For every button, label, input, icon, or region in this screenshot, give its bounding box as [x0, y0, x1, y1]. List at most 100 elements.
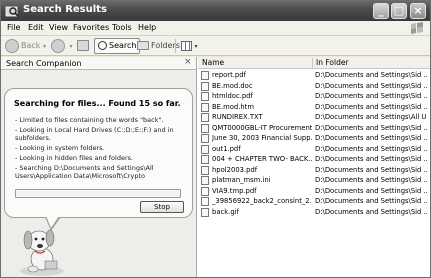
menu-view[interactable]: View [49, 23, 68, 32]
menu-favorites[interactable]: Favorites [73, 23, 109, 32]
file-folder: D:\Documents and Settings\Sid ... [315, 165, 427, 174]
file-folder: D:\Documents and Settings\Sid ... [315, 176, 427, 184]
column-folder-header[interactable]: In Folder [316, 58, 349, 67]
file-folder: D:\Documents and Settings\Sid ... [315, 155, 427, 163]
file-folder: D:\Documents and Settings\Sid ... [315, 81, 427, 90]
table-row[interactable]: back.gif D:\Documents and Settings\Sid .… [198, 207, 430, 218]
table-row[interactable]: report.pdf D:\Documents and Settings\Sid… [198, 70, 430, 81]
search-folder-icon [5, 6, 19, 17]
file-name: QMT0000GBL-IT Procurement... [212, 123, 312, 132]
stop-button[interactable]: Stop [140, 201, 184, 213]
file-folder: D:\Documents and Settings\Sid ... [315, 186, 427, 195]
companion-title: Search Companion [6, 59, 82, 68]
file-name: report.pdf [212, 71, 246, 79]
forward-arrow-icon [51, 38, 65, 53]
table-row[interactable]: June 30, 2003 Financial Supp... D:\Docum… [198, 133, 430, 144]
views-dropdown-icon[interactable]: ▾ [195, 43, 198, 50]
table-row[interactable]: platman_msm.ini D:\Documents and Setting… [198, 175, 430, 186]
file-name: RUNDIREX.TXT [212, 113, 263, 121]
search-results-window: Search Results _ □ × File Edit View Favo… [0, 0, 431, 278]
search-dog-assistant-icon[interactable] [15, 225, 69, 277]
search-status-balloon: Searching for files... Found 15 so far. … [4, 88, 193, 218]
word-doc-icon [201, 123, 209, 133]
folders-button[interactable]: Folders [137, 38, 180, 54]
file-name: back.gif [212, 207, 239, 216]
file-folder: D:\Documents and Settings\Sid ... [315, 207, 427, 216]
close-button[interactable]: × [410, 3, 426, 19]
toolbar-separator [175, 39, 176, 53]
file-folder: D:\Documents and Settings\Sid ... [315, 144, 427, 153]
back-label: Back [21, 41, 41, 50]
table-row[interactable]: BE.mod.doc D:\Documents and Settings\Sid… [198, 81, 430, 92]
search-button[interactable]: Search [94, 38, 141, 54]
title-bar[interactable]: Search Results _ □ × [1, 1, 430, 21]
forward-dropdown-icon[interactable]: ▾ [70, 43, 73, 50]
file-folder: D:\Documents and Settings\Sid ... [315, 134, 427, 142]
menu-tools[interactable]: Tools [112, 23, 132, 32]
back-button[interactable]: Back ▾ [5, 38, 46, 54]
minimize-button[interactable]: _ [373, 3, 389, 19]
column-divider[interactable] [312, 58, 313, 68]
text-file-icon [201, 113, 209, 122]
pdf-file-icon [201, 165, 209, 175]
back-arrow-icon [5, 38, 19, 53]
folders-icon [137, 41, 149, 50]
file-folder: D:\Documents and Settings\Sid ... [315, 102, 427, 111]
table-row[interactable]: 004 + CHAPTER TWO- BACK... D:\Documents … [198, 154, 430, 165]
back-dropdown-icon[interactable]: ▾ [43, 43, 46, 50]
search-progress-bar [15, 189, 181, 198]
table-row[interactable]: BE.mod.htm D:\Documents and Settings\Sid… [198, 102, 430, 113]
file-name: VIA9.tmp.pdf [212, 186, 257, 195]
criteria-line: - Limited to files containing the words … [15, 116, 164, 124]
column-name-header[interactable]: Name [202, 58, 224, 67]
up-folder-icon [77, 40, 89, 51]
maximize-button[interactable]: □ [391, 3, 407, 19]
views-grid-icon [181, 40, 192, 51]
up-folder-button[interactable] [77, 38, 91, 54]
menu-edit[interactable]: Edit [28, 23, 44, 32]
file-name: out1.pdf [212, 144, 241, 153]
file-folder: D:\Documents and Settings\All U... [315, 113, 427, 121]
table-row[interactable]: VIA9.tmp.pdf D:\Documents and Settings\S… [198, 186, 430, 197]
close-pane-icon[interactable]: × [184, 57, 192, 67]
table-row[interactable]: out1.pdf D:\Documents and Settings\Sid .… [198, 144, 430, 155]
pdf-file-icon [201, 92, 209, 101]
pdf-file-icon [201, 71, 209, 80]
word-doc-icon [201, 155, 209, 164]
table-row[interactable]: QMT0000GBL-IT Procurement... D:\Document… [198, 123, 430, 134]
html-file-icon [201, 102, 209, 112]
file-name: BE.mod.htm [212, 102, 254, 111]
file-name: BE.mod.doc [212, 81, 253, 90]
results-list: Name In Folder report.pdf D:\Documents a… [198, 57, 430, 277]
toolbar: Back ▾ ▾ Search Folders ▾ [1, 36, 430, 56]
forward-button[interactable]: ▾ [51, 38, 73, 54]
table-row[interactable]: _39856922_back2_consint_2... D:\Document… [198, 196, 430, 207]
file-name: 004 + CHAPTER TWO- BACK... [212, 155, 312, 163]
table-row[interactable]: htmldoc.pdf D:\Documents and Settings\Si… [198, 91, 430, 102]
file-name: htmldoc.pdf [212, 92, 253, 100]
search-label: Search [109, 41, 137, 50]
current-search-path: - Searching D:\Documents and Settings\Al… [15, 164, 154, 180]
table-row[interactable]: RUNDIREX.TXT D:\Documents and Settings\A… [198, 112, 430, 123]
table-row[interactable]: hpol2003.pdf D:\Documents and Settings\S… [198, 165, 430, 176]
word-doc-icon [201, 134, 209, 143]
search-companion-pane: Search Companion × Searching for files..… [1, 57, 197, 277]
image-file-icon [201, 197, 209, 206]
criteria-line: - Looking in hidden files and folders. [15, 154, 134, 162]
menu-bar: File Edit View Favorites Tools Help [1, 21, 430, 36]
menu-help[interactable]: Help [138, 23, 156, 32]
file-name: _39856922_back2_consint_2... [212, 197, 312, 205]
menu-file[interactable]: File [7, 23, 20, 32]
windows-logo-icon [411, 22, 423, 34]
file-folder: D:\Documents and Settings\Sid ... [315, 123, 427, 132]
file-name: hpol2003.pdf [212, 165, 258, 174]
settings-file-icon [201, 176, 209, 185]
companion-header: Search Companion × [1, 57, 196, 70]
views-button[interactable]: ▾ [181, 38, 198, 54]
search-status-text: Searching for files... Found 15 so far. [14, 99, 181, 108]
criteria-line: - Looking in system folders. [15, 144, 105, 152]
column-headers: Name In Folder [198, 57, 430, 69]
content-area: Search Companion × Searching for files..… [1, 57, 430, 277]
file-name: platman_msm.ini [212, 176, 271, 184]
file-folder: D:\Documents and Settings\Sid ... [315, 92, 427, 100]
